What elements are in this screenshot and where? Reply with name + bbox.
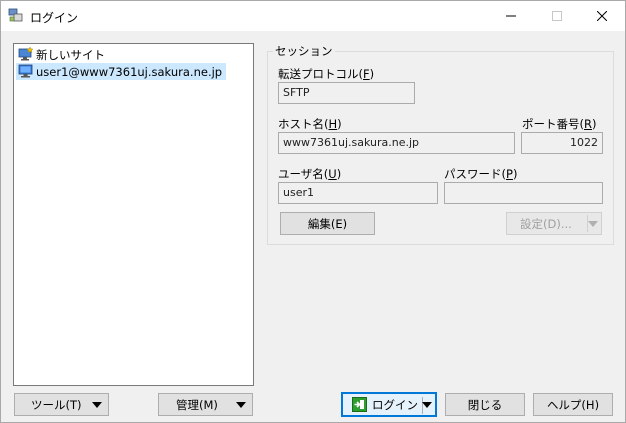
tools-button-label: ツール(T) bbox=[31, 397, 82, 412]
login-button-label: ログイン bbox=[372, 397, 418, 412]
host-label: ホスト名(H) bbox=[278, 117, 342, 131]
maximize-button[interactable] bbox=[534, 1, 580, 31]
computer-icon bbox=[18, 64, 33, 78]
port-input[interactable]: 1022 bbox=[521, 132, 603, 154]
session-group-label: セッション bbox=[273, 43, 335, 59]
chevron-down-icon[interactable] bbox=[588, 221, 598, 227]
tree-item-label: 新しいサイト bbox=[36, 47, 105, 62]
username-input[interactable]: user1 bbox=[278, 182, 438, 204]
password-label: パスワード(P) bbox=[444, 167, 518, 181]
port-label: ポート番号(R) bbox=[522, 117, 597, 131]
tools-button[interactable]: ツール(T) bbox=[14, 393, 109, 416]
password-input[interactable] bbox=[444, 182, 603, 204]
new-site-icon bbox=[18, 47, 34, 61]
edit-button[interactable]: 編集(E) bbox=[280, 212, 375, 235]
site-tree[interactable]: 新しいサイト user1@www7361uj.sakura.ne.jp bbox=[13, 43, 254, 386]
close-window-button[interactable] bbox=[579, 1, 625, 31]
chevron-down-icon bbox=[92, 402, 102, 408]
protocol-label: 転送プロトコル(F) bbox=[278, 67, 375, 81]
settings-button-label: 設定(D)... bbox=[520, 216, 572, 231]
protocol-select[interactable]: SFTP bbox=[278, 82, 415, 104]
chevron-down-icon[interactable] bbox=[422, 402, 432, 408]
host-input[interactable]: www7361uj.sakura.ne.jp bbox=[278, 132, 515, 154]
login-button[interactable]: ログイン bbox=[341, 392, 437, 417]
tree-item-new-site[interactable]: 新しいサイト bbox=[16, 46, 109, 63]
winscp-app-icon bbox=[8, 8, 23, 22]
maximize-icon bbox=[552, 11, 562, 21]
tree-item-saved-site[interactable]: user1@www7361uj.sakura.ne.jp bbox=[16, 63, 227, 80]
user-label: ユーザ名(U) bbox=[278, 167, 342, 181]
minimize-button[interactable] bbox=[488, 1, 534, 31]
chevron-down-icon bbox=[236, 402, 246, 408]
login-dialog: ログイン 新しいサイト user1@www7361uj.sakura.ne.jp… bbox=[0, 0, 626, 423]
tree-item-label: user1@www7361uj.sakura.ne.jp bbox=[36, 64, 223, 79]
close-button[interactable]: 閉じる bbox=[445, 393, 525, 416]
window-title: ログイン bbox=[30, 11, 79, 25]
settings-button[interactable]: 設定(D)... bbox=[506, 212, 602, 235]
manage-button[interactable]: 管理(M) bbox=[158, 393, 253, 416]
close-icon bbox=[597, 11, 607, 21]
login-icon bbox=[352, 397, 367, 412]
minimize-icon bbox=[506, 15, 516, 17]
help-button[interactable]: ヘルプ(H) bbox=[533, 393, 613, 416]
manage-button-label: 管理(M) bbox=[176, 397, 218, 412]
title-bar: ログイン bbox=[1, 1, 625, 31]
